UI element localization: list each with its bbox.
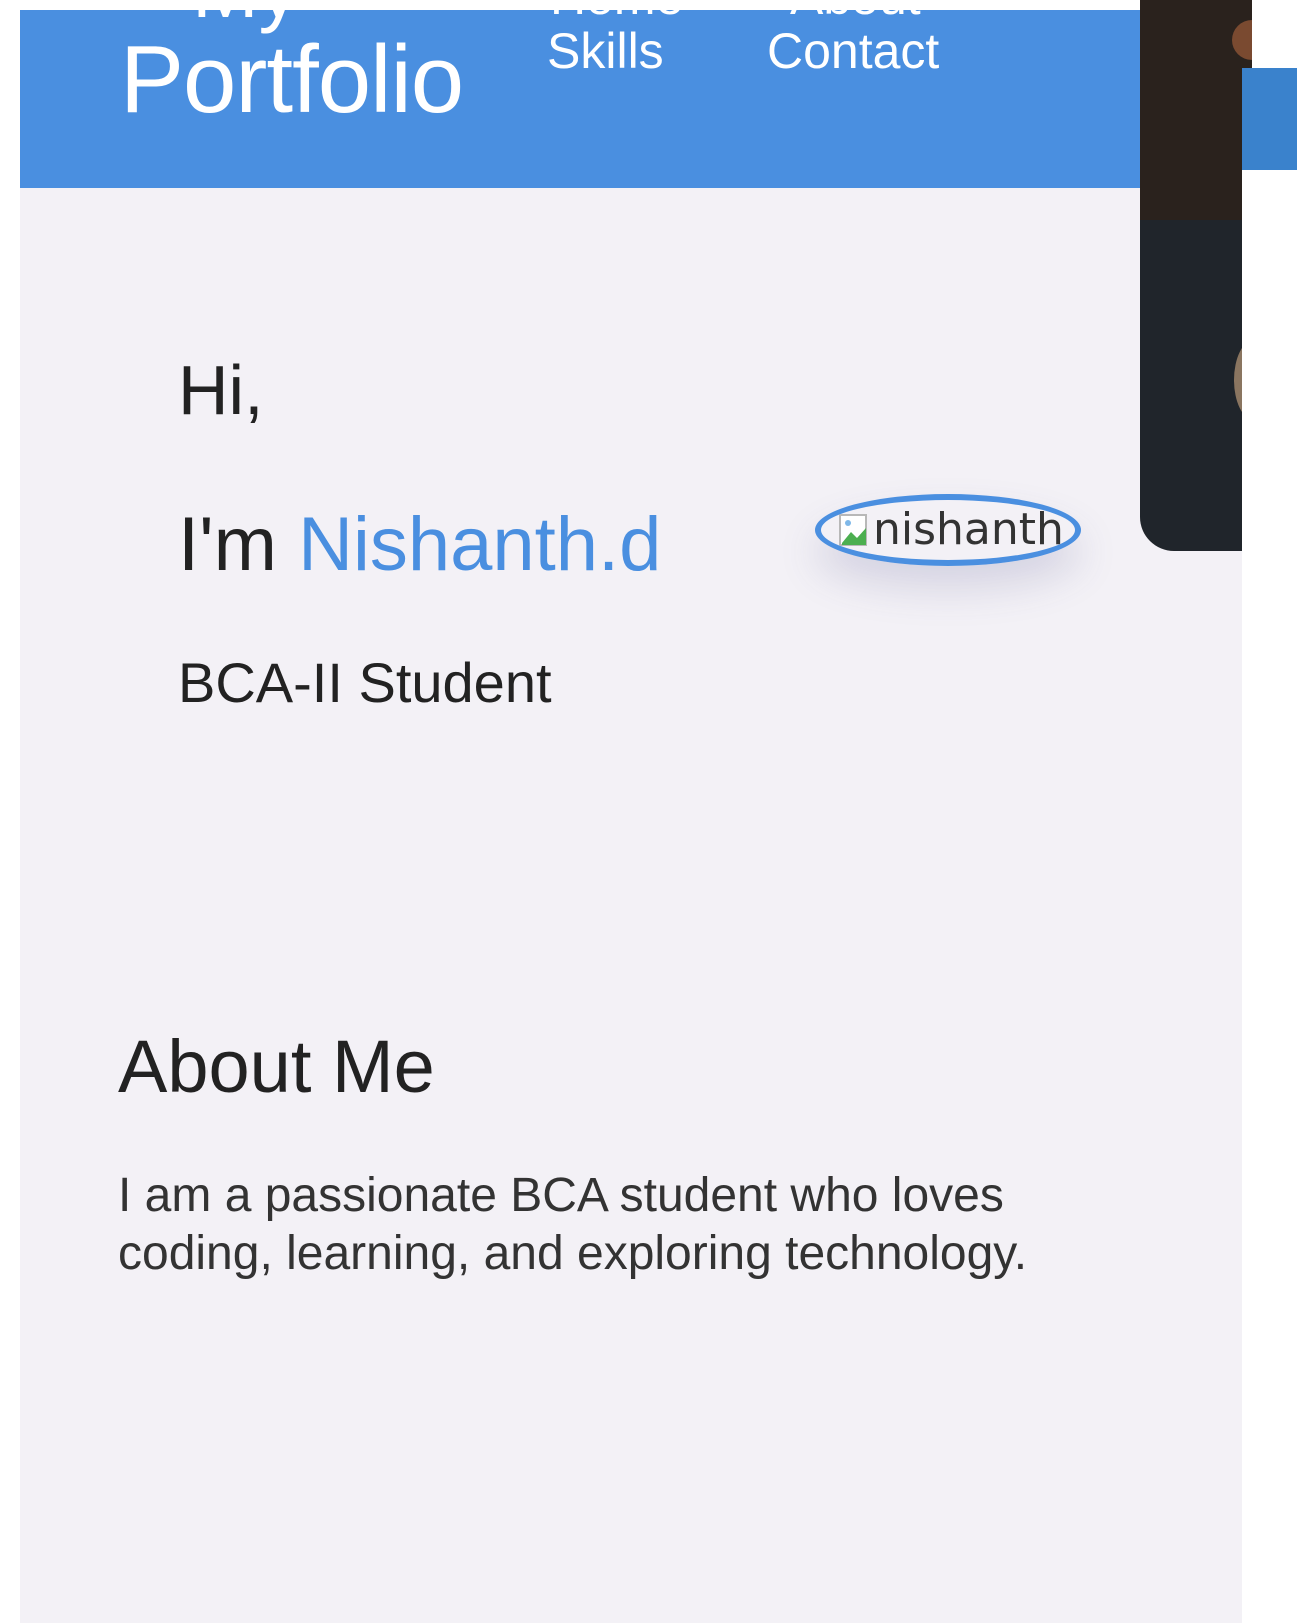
nav-link-contact[interactable]: Contact bbox=[767, 26, 939, 76]
broken-image-icon bbox=[839, 514, 867, 546]
hero-role: BCA-II Student bbox=[178, 651, 552, 714]
profile-image-alt-text: nishanth bbox=[873, 504, 1064, 555]
side-panel-tab[interactable] bbox=[1242, 68, 1297, 170]
hero-greeting: Hi, bbox=[178, 351, 264, 429]
hero-name-line: I'm Nishanth.d bbox=[178, 507, 661, 583]
portfolio-page: My Portfolio Home About Skills Contact H… bbox=[20, 10, 1242, 1623]
page-margin bbox=[1242, 170, 1310, 1623]
about-text: I am a passionate BCA student who loves … bbox=[118, 1169, 1028, 1280]
hero-intro: I'm bbox=[178, 502, 277, 587]
nav-link-home[interactable]: Home bbox=[550, 10, 683, 22]
about-heading: About Me bbox=[118, 1025, 435, 1108]
floating-video-window[interactable] bbox=[1140, 0, 1252, 551]
nav-link-about[interactable]: About bbox=[790, 10, 921, 22]
brand-logo[interactable]: Portfolio bbox=[120, 32, 464, 128]
navbar: My Portfolio Home About Skills Contact bbox=[20, 10, 1242, 188]
profile-image: nishanth bbox=[815, 494, 1081, 566]
nav-link-skills[interactable]: Skills bbox=[547, 26, 664, 76]
screen: My Portfolio Home About Skills Contact H… bbox=[0, 0, 1310, 1623]
hero-name: Nishanth.d bbox=[298, 502, 662, 587]
